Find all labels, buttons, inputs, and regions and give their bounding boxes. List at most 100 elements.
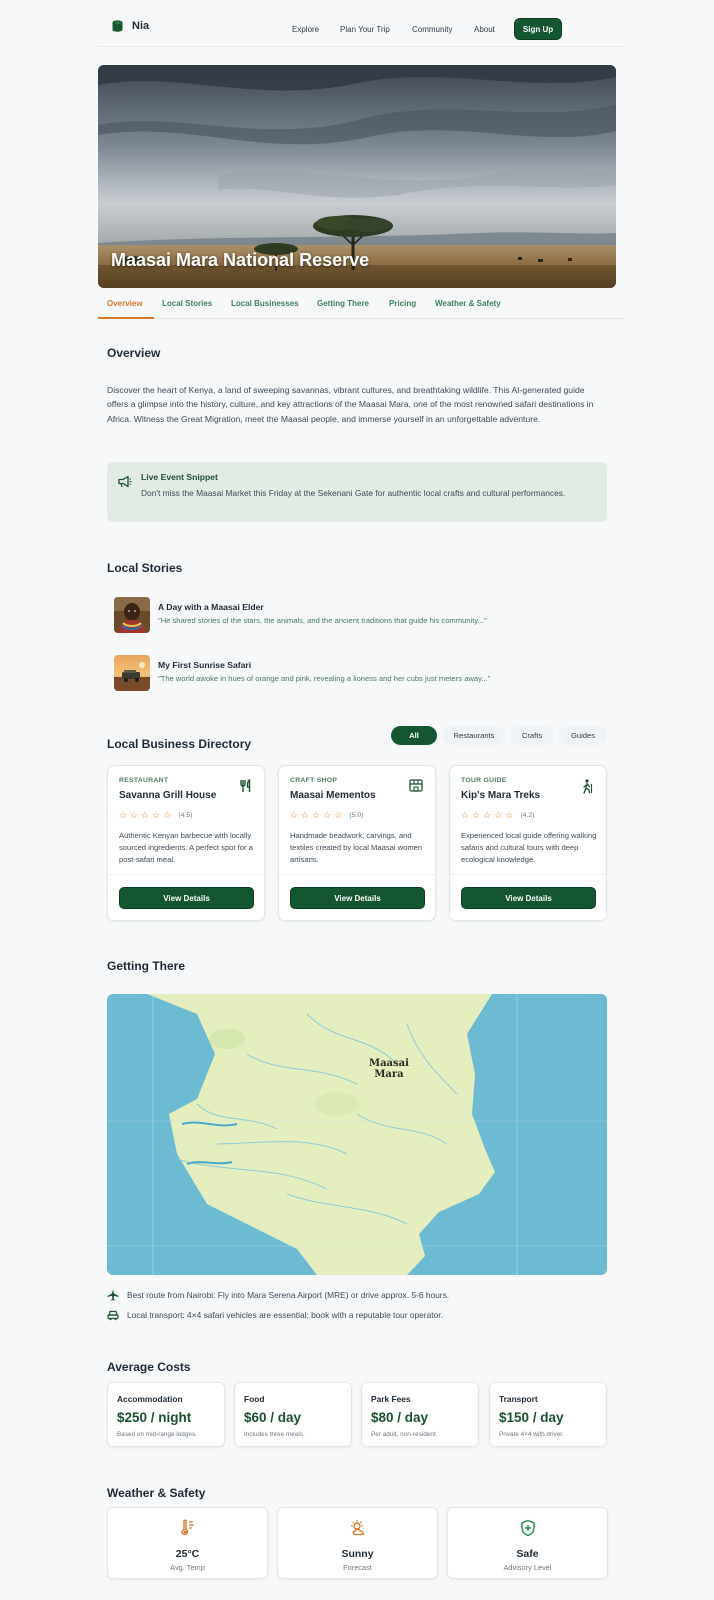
airplane-icon xyxy=(107,1289,119,1301)
card-divider xyxy=(108,874,264,875)
half-star-icon: ☆ xyxy=(163,810,172,820)
view-details-button[interactable]: View Details xyxy=(290,887,425,909)
tab-pricing[interactable]: Pricing xyxy=(389,299,416,308)
site-header: Nia Explore Plan Your Trip Community Abo… xyxy=(98,0,625,47)
business-category: RESTAURANT xyxy=(119,777,169,784)
tab-getting-there[interactable]: Getting There xyxy=(317,299,369,308)
map-label-line-1: Maasai xyxy=(369,1058,409,1069)
cost-label: Transport xyxy=(499,1394,538,1404)
maasai-elder-thumbnail xyxy=(114,597,150,633)
weather-card-temperature: 25°C Avg. Temp xyxy=(107,1507,268,1579)
live-event-card: Live Event Snippet Don't miss the Maasai… xyxy=(107,462,607,522)
cost-note: Per adult, non-resident. xyxy=(371,1431,438,1438)
car-icon xyxy=(107,1310,119,1321)
business-name: Kip's Mara Treks xyxy=(461,790,541,801)
hiker-icon xyxy=(583,779,593,794)
shield-plus-icon xyxy=(521,1519,535,1537)
tab-local-businesses[interactable]: Local Businesses xyxy=(231,299,299,308)
rating-stars: ☆ ☆ ☆ ☆ ☆ (5.0) xyxy=(290,811,363,820)
story-title: A Day with a Maasai Elder xyxy=(158,602,264,612)
sun-cloud-icon xyxy=(351,1520,365,1536)
nav-community[interactable]: Community xyxy=(412,25,452,34)
section-tabs: Overview Local Stories Local Businesses … xyxy=(98,291,625,319)
route-flight: Best route from Nairobi: Fly into Mara S… xyxy=(107,1289,449,1301)
view-details-button[interactable]: View Details xyxy=(119,887,254,909)
storefront-icon xyxy=(409,779,423,792)
star-icon: ☆ xyxy=(130,810,139,820)
event-title: Live Event Snippet xyxy=(141,472,218,482)
card-divider xyxy=(450,874,606,875)
brand-name: Nia xyxy=(132,20,150,32)
filter-restaurants[interactable]: Restaurants xyxy=(443,726,505,745)
tab-local-stories[interactable]: Local Stories xyxy=(162,299,212,308)
star-icon: ☆ xyxy=(312,810,321,820)
weather-safety-heading: Weather & Safety xyxy=(107,1486,206,1500)
business-name: Savanna Grill House xyxy=(119,790,217,801)
local-stories-heading: Local Stories xyxy=(107,561,183,575)
rating-stars: ☆ ☆ ☆ ☆ ☆ (4.5) xyxy=(119,811,192,820)
cost-card-park-fees: Park Fees $80 / day Per adult, non-resid… xyxy=(361,1382,479,1447)
hero-title: Maasai Mara National Reserve xyxy=(111,250,370,270)
business-category: TOUR GUIDE xyxy=(461,777,507,784)
cost-label: Park Fees xyxy=(371,1394,411,1404)
cost-note: Private 4×4 with driver. xyxy=(499,1431,564,1438)
nav-about[interactable]: About xyxy=(474,25,495,34)
business-category: CRAFT SHOP xyxy=(290,777,338,784)
cost-card-food: Food $60 / day Includes three meals. xyxy=(234,1382,352,1447)
story-item[interactable]: A Day with a Maasai Elder "He shared sto… xyxy=(114,597,604,633)
cost-label: Food xyxy=(244,1394,265,1404)
business-description: Authentic Kenyan barbecue with locally s… xyxy=(119,831,253,864)
star-icon: ☆ xyxy=(301,810,310,820)
cost-value: $150 / day xyxy=(499,1410,564,1425)
star-icon: ☆ xyxy=(505,810,514,820)
megaphone-icon xyxy=(118,475,132,488)
business-card-maasai-mementos: CRAFT SHOP Maasai Mementos ☆ ☆ ☆ ☆ ☆ (5.… xyxy=(278,765,436,921)
average-costs-heading: Average Costs xyxy=(107,1360,191,1374)
star-icon: ☆ xyxy=(461,810,470,820)
weather-card-safety: Safe Advisory Level xyxy=(447,1507,608,1579)
weather-card-forecast: Sunny Forecast xyxy=(277,1507,438,1579)
nav-explore[interactable]: Explore xyxy=(292,25,319,34)
tab-overview[interactable]: Overview xyxy=(107,299,143,308)
thermometer-icon xyxy=(181,1519,194,1536)
brand-logo[interactable]: Nia xyxy=(112,20,149,32)
story-quote: "He shared stories of the stars, the ani… xyxy=(158,616,487,625)
cost-value: $250 / night xyxy=(117,1410,192,1425)
weather-label: Advisory Level xyxy=(503,1563,552,1572)
tab-weather-safety[interactable]: Weather & Safety xyxy=(435,299,501,308)
cost-value: $80 / day xyxy=(371,1410,429,1425)
business-description: Experienced local guide offering walking… xyxy=(461,831,597,864)
sign-up-button[interactable]: Sign Up xyxy=(514,18,562,40)
location-map[interactable]: Maasai Mara xyxy=(107,994,607,1275)
star-icon: ☆ xyxy=(141,810,150,820)
cost-value: $60 / day xyxy=(244,1410,302,1425)
fork-knife-icon xyxy=(240,779,251,792)
sunrise-safari-thumbnail xyxy=(114,655,150,691)
view-details-button[interactable]: View Details xyxy=(461,887,596,909)
weather-label: Avg. Temp xyxy=(170,1563,205,1572)
star-icon: ☆ xyxy=(494,810,503,820)
cost-card-accommodation: Accommodation $250 / night Based on mid-… xyxy=(107,1382,225,1447)
weather-label: Forecast xyxy=(343,1563,372,1572)
star-icon: ☆ xyxy=(483,810,492,820)
star-icon: ☆ xyxy=(334,810,343,820)
business-card-kips-mara-treks: TOUR GUIDE Kip's Mara Treks ☆ ☆ ☆ ☆ ☆ (4… xyxy=(449,765,607,921)
route-text: Local transport: 4×4 safari vehicles are… xyxy=(127,1310,443,1320)
filter-all[interactable]: All xyxy=(391,726,437,745)
cost-card-transport: Transport $150 / day Private 4×4 with dr… xyxy=(489,1382,607,1447)
overview-text: Discover the heart of Kenya, a land of s… xyxy=(107,385,594,424)
star-icon: ☆ xyxy=(323,810,332,820)
business-card-savanna-grill: RESTAURANT Savanna Grill House ☆ ☆ ☆ ☆ ☆… xyxy=(107,765,265,921)
map-label-line-2: Mara xyxy=(374,1069,404,1080)
event-text: Don't miss the Maasai Market this Friday… xyxy=(141,488,566,498)
filter-guides[interactable]: Guides xyxy=(559,726,607,745)
star-icon: ☆ xyxy=(152,810,161,820)
story-item[interactable]: My First Sunrise Safari "The world awoke… xyxy=(114,655,604,691)
business-name: Maasai Mementos xyxy=(290,790,376,801)
kenya-map-image xyxy=(107,994,607,1275)
filter-crafts[interactable]: Crafts xyxy=(510,726,554,745)
cost-note: Based on mid-range lodges. xyxy=(117,1431,197,1438)
cylinder-logo-icon xyxy=(112,20,123,32)
route-text: Best route from Nairobi: Fly into Mara S… xyxy=(127,1290,450,1300)
nav-plan-your-trip[interactable]: Plan Your Trip xyxy=(340,25,390,34)
